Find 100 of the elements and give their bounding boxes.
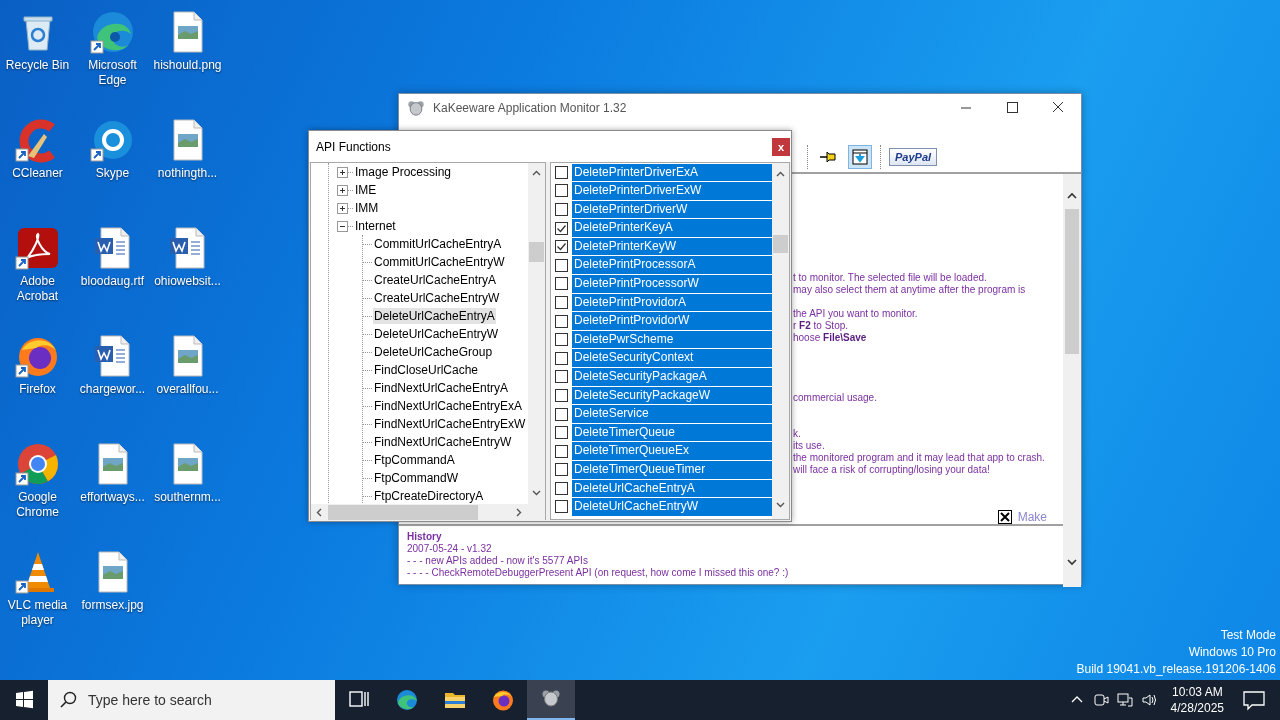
tree-item[interactable]: Image Processing: [354, 164, 453, 180]
tree-item[interactable]: DeleteUrlCacheEntryW: [373, 326, 500, 342]
tree-item[interactable]: IME: [354, 182, 378, 198]
paypal-button[interactable]: PayPal: [889, 148, 938, 166]
api-list-item[interactable]: DeleteTimerQueue: [572, 423, 772, 442]
checkbox[interactable]: [555, 277, 568, 291]
api-list-item[interactable]: DeleteTimerQueueTimer: [572, 461, 772, 479]
network-icon[interactable]: [1116, 692, 1133, 708]
tree-item[interactable]: DeleteUrlCacheEntryA: [373, 308, 496, 324]
checkbox[interactable]: [555, 333, 568, 347]
desktop-icon-label[interactable]: overallfou...: [156, 382, 219, 397]
tree-item[interactable]: FindCloseUrlCache: [373, 362, 480, 378]
api-list-item[interactable]: DeleteUrlCacheEntryW: [572, 498, 772, 516]
api-list-item[interactable]: DeletePrinterDriverExA: [572, 163, 772, 182]
api-list-item[interactable]: DeleteSecurityPackageW: [572, 386, 772, 405]
api-list-item[interactable]: DeleteSecurityContext: [572, 349, 772, 368]
tree-item[interactable]: FindNextUrlCacheEntryA: [373, 380, 510, 396]
api-list-item[interactable]: DeleteService: [572, 405, 772, 423]
api-list-item[interactable]: DeletePwrScheme: [572, 330, 772, 349]
desktop-icon-label[interactable]: Adobe Acrobat: [0, 274, 75, 304]
desktop-icon-label[interactable]: CCleaner: [12, 166, 63, 181]
checkbox[interactable]: [555, 258, 568, 272]
desktop-icon-label[interactable]: Recycle Bin: [5, 58, 70, 73]
checkbox[interactable]: [555, 463, 568, 477]
tree-item[interactable]: DeleteUrlCacheGroup: [373, 344, 494, 360]
desktop-icon-label[interactable]: formsex.jpg: [81, 598, 144, 613]
tree-item[interactable]: IMM: [354, 200, 380, 216]
tree-item[interactable]: FindNextUrlCacheEntryW: [373, 434, 513, 450]
desktop-icon-label[interactable]: nothingth...: [157, 166, 218, 181]
expand-icon[interactable]: [337, 202, 348, 214]
scrollbar[interactable]: [1063, 174, 1081, 587]
taskbar-app-button[interactable]: [527, 680, 575, 720]
desktop-icon-label[interactable]: chargewor...: [79, 382, 146, 397]
checkbox[interactable]: [555, 351, 568, 365]
info-text: t to monitor. The selected file will be loaded.: [793, 272, 988, 284]
scrollbar[interactable]: [311, 504, 545, 521]
tree-item[interactable]: CommitUrlCacheEntryA: [373, 236, 503, 252]
search-field[interactable]: Type here to search: [48, 680, 335, 720]
camera-icon[interactable]: [1092, 692, 1109, 708]
info-text: the monitored program and it may lead that app to crash.: [793, 452, 1046, 464]
tree-item[interactable]: FtpCreateDirectoryA: [373, 488, 485, 504]
desktop-icon-label[interactable]: Firefox: [19, 382, 56, 397]
checkbox[interactable]: [555, 426, 568, 440]
checkbox[interactable]: [555, 388, 568, 402]
speaker-icon[interactable]: [1140, 692, 1157, 708]
desktop-icon-label[interactable]: Microsoft Edge: [75, 58, 150, 88]
window-title: KaKeeware Application Monitor 1.32: [433, 101, 628, 115]
checkbox[interactable]: [555, 407, 568, 421]
api-list-item[interactable]: DeleteSecurityPackageA: [572, 368, 772, 386]
desktop-icon-label[interactable]: VLC media player: [0, 598, 75, 628]
checkbox[interactable]: [555, 165, 568, 179]
desktop-icon-label[interactable]: Skype: [95, 166, 130, 181]
clock-button[interactable]: 10:03 AM 4/28/2025: [1164, 684, 1230, 716]
info-text: its use.: [793, 440, 826, 452]
tree-item[interactable]: FindNextUrlCacheEntryExW: [373, 416, 527, 432]
checkbox[interactable]: [555, 203, 568, 216]
tree-item[interactable]: FtpCommandW: [373, 470, 460, 486]
collapse-icon[interactable]: [337, 220, 348, 232]
tree-item[interactable]: CreateUrlCacheEntryA: [373, 272, 498, 288]
checkbox[interactable]: [555, 444, 568, 458]
checkbox[interactable]: [555, 481, 568, 495]
info-text: the API you want to monitor.: [793, 308, 919, 320]
close-button[interactable]: x: [772, 137, 790, 156]
info-text: may also select them at anytime after the program is: [793, 284, 1027, 296]
os-notice-text: Build 19041.vb_release.191206-1406: [1076, 661, 1276, 678]
make-link[interactable]: Make: [1017, 510, 1047, 524]
download-icon[interactable]: [848, 145, 872, 169]
checkbox[interactable]: [555, 370, 568, 384]
expand-icon[interactable]: [337, 166, 348, 178]
api-list-item[interactable]: DeletePrinterKeyA: [572, 219, 772, 237]
desktop-icon-label[interactable]: Google Chrome: [0, 490, 75, 520]
api-list-item[interactable]: DeletePrintProcessorA: [572, 256, 772, 275]
tree-item[interactable]: FindNextUrlCacheEntryExA: [373, 398, 524, 414]
desktop-icon-label[interactable]: hishould.png: [153, 58, 222, 73]
checkbox[interactable]: [555, 500, 568, 514]
tree-item[interactable]: FtpCommandA: [373, 452, 456, 468]
desktop-icon-label[interactable]: ohiowebsit...: [154, 274, 221, 289]
api-list-item[interactable]: DeleteTimerQueueEx: [572, 442, 772, 460]
tree-item[interactable]: Internet: [354, 218, 397, 234]
checkbox[interactable]: [555, 184, 568, 198]
checkbox[interactable]: [555, 314, 568, 328]
scrollbar[interactable]: [528, 163, 545, 504]
api-list-item[interactable]: DeletePrintProvidorW: [572, 312, 772, 330]
api-list-item[interactable]: DeletePrinterDriverW: [572, 200, 772, 219]
desktop-icon-label[interactable]: effortways...: [80, 490, 145, 505]
checkbox[interactable]: [555, 221, 568, 235]
api-list-item[interactable]: DeletePrinterDriverExW: [572, 182, 772, 200]
api-list-item[interactable]: DeleteUrlCacheEntryA: [572, 479, 772, 498]
expand-icon[interactable]: [337, 184, 348, 196]
api-list-item[interactable]: DeletePrinterKeyW: [572, 237, 772, 256]
desktop-icon-label[interactable]: bloodaug.rtf: [80, 274, 145, 289]
info-text: will face a risk of corrupting/losing your data!: [793, 464, 991, 476]
tree-item[interactable]: CreateUrlCacheEntryW: [373, 290, 501, 306]
desktop-icon-label[interactable]: southernm...: [154, 490, 221, 505]
api-list-item[interactable]: DeletePrintProvidorA: [572, 293, 772, 312]
history-text: 2007-05-24 - v1.32: [407, 543, 493, 555]
api-list-item[interactable]: DeletePrintProcessorW: [572, 275, 772, 293]
checkbox[interactable]: [555, 240, 568, 254]
checkbox[interactable]: [555, 295, 568, 309]
tree-item[interactable]: CommitUrlCacheEntryW: [373, 254, 506, 270]
